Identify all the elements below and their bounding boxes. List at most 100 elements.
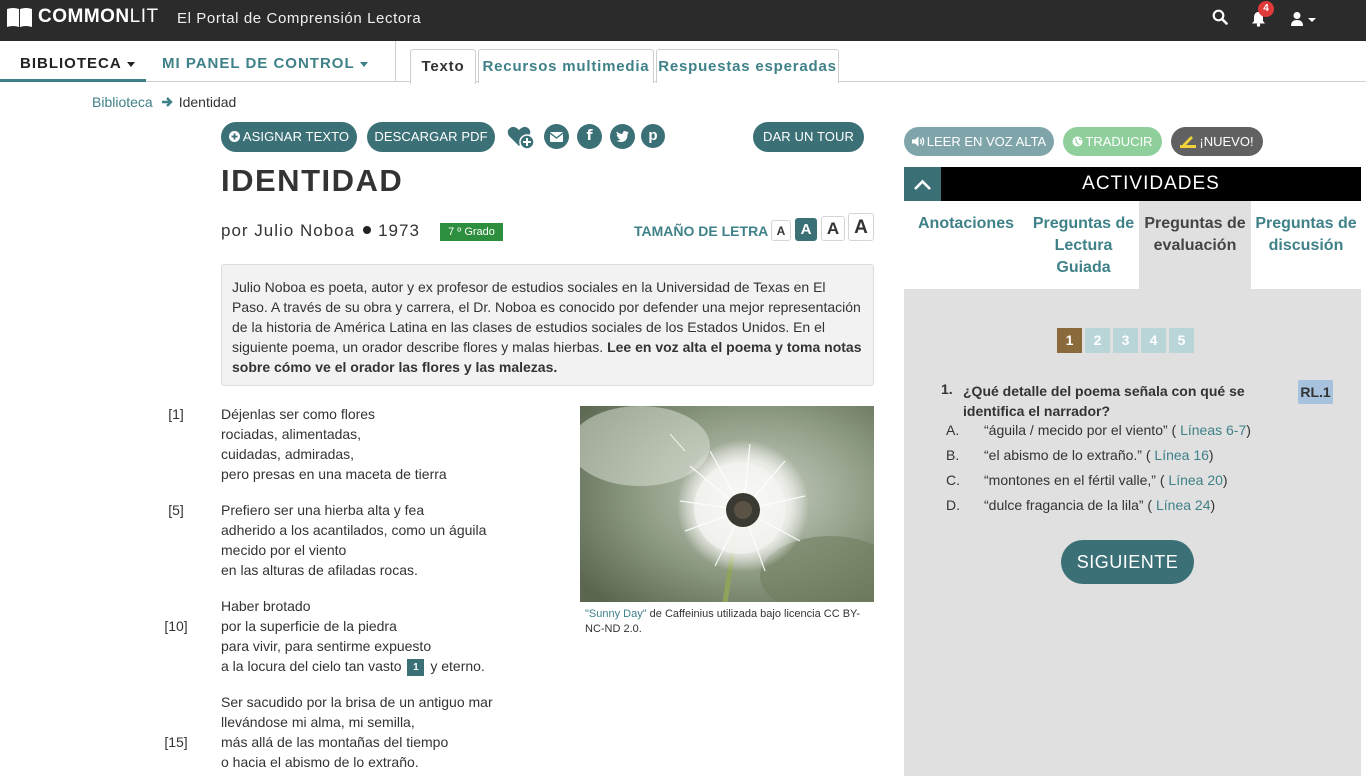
font-size-s-button[interactable]: A [795, 218, 817, 241]
answer-option-c[interactable]: “montones en el fértil valle,” ( Línea 2… [984, 472, 1228, 488]
nav-biblioteca[interactable]: BIBLIOTECA [20, 55, 135, 72]
question-page-1[interactable]: 1 [1057, 328, 1082, 353]
byline: por Julio Noboa 1973 [221, 221, 420, 241]
question-page-3[interactable]: 3 [1113, 328, 1138, 353]
standard-badge: RL.1 [1298, 380, 1333, 404]
twitter-share-icon[interactable] [610, 124, 635, 149]
tab-preguntas-lectura-guiada[interactable]: Preguntas de Lectura Guiada [1028, 201, 1139, 289]
line-number: [15] [164, 734, 188, 750]
breadcrumb: Biblioteca Identidad [92, 94, 236, 110]
logo-text: COMMONLIT [38, 6, 159, 28]
line-link[interactable]: Línea 16 [1154, 447, 1209, 463]
plus-circle-icon [228, 131, 240, 142]
poem-line[interactable]: mecido por el viento [221, 542, 346, 558]
nav-left: BIBLIOTECA MI PANEL DE CONTROL [0, 41, 396, 82]
favorite-add-icon[interactable] [507, 124, 535, 150]
nav-mi-panel[interactable]: MI PANEL DE CONTROL [162, 55, 368, 72]
poem-line-text: a la locura del cielo tan vasto [221, 658, 402, 674]
poem-line[interactable]: por la superficie de la piedra [221, 618, 397, 634]
email-share-icon[interactable] [544, 124, 569, 149]
new-feature-button[interactable]: ¡NUEVO! [1171, 127, 1263, 156]
caption-link[interactable]: "Sunny Day" [585, 608, 647, 620]
tab-preguntas-discusion[interactable]: Preguntas de discusión [1251, 201, 1361, 289]
globe-icon [1072, 136, 1083, 147]
option-letter: B. [946, 447, 960, 463]
tab-texto[interactable]: Texto [410, 49, 476, 84]
answer-option-a[interactable]: “águila / mecido por el viento” ( Líneas… [984, 422, 1251, 438]
question-page-5[interactable]: 5 [1169, 328, 1194, 353]
logo-bold: COMMON [38, 6, 130, 27]
option-text: “águila / mecido por el viento” ( [984, 422, 1181, 438]
breadcrumb-link-biblioteca[interactable]: Biblioteca [92, 94, 153, 110]
tab-respuestas-esperadas[interactable]: Respuestas esperadas [656, 49, 839, 83]
read-aloud-label: LEER EN VOZ ALTA [926, 134, 1047, 149]
image-caption: "Sunny Day" de Caffeinius utilizada bajo… [585, 607, 870, 637]
commonlit-logo[interactable]: COMMONLIT [6, 6, 159, 28]
poem-line[interactable]: más allá de las montañas del tiempo [221, 734, 448, 750]
pinterest-share-icon[interactable]: p [641, 124, 665, 148]
year: 1973 [378, 221, 420, 240]
assign-text-button[interactable]: ASIGNAR TEXTO [221, 122, 357, 152]
line-number: [5] [168, 502, 184, 518]
footnote-marker[interactable]: 1 [407, 658, 425, 676]
question-page-4[interactable]: 4 [1141, 328, 1166, 353]
question-page-2[interactable]: 2 [1085, 328, 1110, 353]
new-feature-label: ¡NUEVO! [1199, 134, 1254, 149]
download-pdf-button[interactable]: DESCARGAR PDF [367, 122, 495, 152]
nav-row: BIBLIOTECA MI PANEL DE CONTROL Texto Rec… [0, 41, 1366, 84]
option-letter: C. [946, 472, 960, 488]
tab-preguntas-evaluacion[interactable]: Preguntas de evaluación [1139, 201, 1251, 289]
line-number: [10] [164, 618, 188, 634]
breadcrumb-current: Identidad [178, 94, 237, 110]
poem-line[interactable]: cuidadas, admiradas, [221, 446, 354, 462]
poem-line[interactable]: Ser sacudido por la brisa de un antiguo … [221, 694, 493, 710]
font-size-m-button[interactable]: A [821, 216, 845, 241]
poem-line[interactable]: rociadas, alimentadas, [221, 426, 361, 442]
line-number: [1] [168, 406, 184, 422]
answer-option-d[interactable]: “dulce fragancia de la lila” ( Línea 24) [984, 497, 1215, 513]
activity-tabs: Anotaciones Preguntas de Lectura Guiada … [904, 201, 1361, 289]
poem-line[interactable]: llevándose mi alma, mi semilla, [221, 714, 415, 730]
search-icon[interactable] [1212, 9, 1228, 25]
tour-button[interactable]: DAR UN TOUR [753, 122, 864, 152]
line-link[interactable]: Línea 24 [1156, 497, 1211, 513]
chevron-up-icon [914, 179, 931, 190]
poem-line[interactable]: en las alturas de afiladas rocas. [221, 562, 418, 578]
tab-anotaciones[interactable]: Anotaciones [904, 201, 1028, 289]
option-letter: A. [946, 422, 960, 438]
poem-line[interactable]: pero presas en una maceta de tierra [221, 466, 447, 482]
top-bar: COMMONLIT El Portal de Comprensión Lecto… [0, 0, 1366, 41]
poem-line[interactable]: o hacia el abismo de lo extraño. [221, 754, 419, 770]
user-menu[interactable] [1291, 11, 1317, 32]
collapse-toggle[interactable] [904, 167, 941, 201]
line-link[interactable]: Línea 20 [1168, 472, 1223, 488]
poem-line[interactable]: para vivir, para sentirme expuesto [221, 638, 431, 654]
nav-biblioteca-label: BIBLIOTECA [20, 55, 122, 72]
option-end: ) [1210, 497, 1216, 513]
font-size-xs-button[interactable]: A [771, 220, 791, 241]
tab-recursos-multimedia[interactable]: Recursos multimedia [478, 49, 654, 83]
poem-line[interactable]: a la locura del cielo tan vasto 1 y eter… [221, 658, 485, 676]
line-link[interactable]: Líneas 6-7 [1180, 422, 1246, 438]
twitter-bird-icon [616, 131, 629, 142]
next-button[interactable]: SIGUIENTE [1061, 540, 1194, 584]
answer-option-b[interactable]: “el abismo de lo extraño.” ( Línea 16) [984, 447, 1214, 463]
poem-line[interactable]: Prefiero ser una hierba alta y fea [221, 502, 424, 518]
poem-line[interactable]: Haber brotado [221, 598, 311, 614]
question-text: ¿Qué detalle del poema señala con qué se… [963, 383, 1245, 419]
read-aloud-button[interactable]: LEER EN VOZ ALTA [904, 127, 1054, 156]
poem-line-tail: y eterno. [430, 658, 485, 674]
tagline: El Portal de Comprensión Lectora [177, 10, 422, 27]
author: por Julio Noboa [221, 221, 356, 240]
translate-button[interactable]: TRADUCIR [1063, 127, 1162, 156]
intro-box: Julio Noboa es poeta, autor y ex profeso… [221, 264, 874, 386]
font-size-l-button[interactable]: A [848, 213, 874, 241]
poem-line[interactable]: Déjenlas ser como flores [221, 406, 375, 422]
poem-line[interactable]: adherido a los acantilados, como un águi… [221, 522, 486, 538]
assign-text-label: ASIGNAR TEXTO [242, 129, 350, 144]
option-text: “dulce fragancia de la lila” ( [984, 497, 1156, 513]
option-letter: D. [946, 497, 960, 513]
highlighter-icon [1180, 136, 1197, 148]
dandelion-image [580, 406, 874, 602]
facebook-share-icon[interactable]: f [577, 124, 602, 149]
